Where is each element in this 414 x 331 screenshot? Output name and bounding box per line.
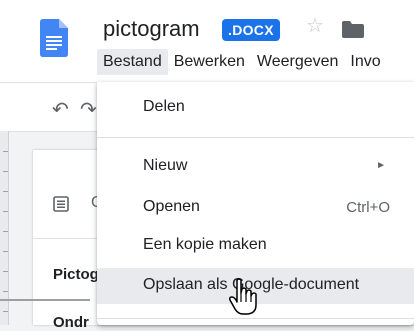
menu-separator xyxy=(97,318,414,319)
menu-edit[interactable]: Bewerken xyxy=(168,49,251,75)
document-heading[interactable]: Pictog xyxy=(53,266,99,283)
format-badge: .DOCX xyxy=(222,19,280,41)
menu-item-label: Delen xyxy=(143,98,185,115)
outline-icon[interactable] xyxy=(53,196,69,212)
menu-item-new[interactable]: Nieuw ► xyxy=(97,149,414,185)
menu-insert[interactable]: Invo xyxy=(344,49,386,75)
menu-item-shortcut: Ctrl+O xyxy=(346,199,390,216)
folder-icon[interactable] xyxy=(342,21,364,38)
undo-icon[interactable]: ↶ xyxy=(52,97,69,122)
menu-item-label: Een kopie maken xyxy=(143,236,267,253)
vertical-ruler xyxy=(0,131,9,325)
divider xyxy=(0,299,90,301)
submenu-arrow-icon: ► xyxy=(376,160,386,171)
star-icon[interactable]: ☆ xyxy=(306,16,324,36)
document-subheading[interactable]: Ondr xyxy=(53,314,89,331)
menu-item-label: Openen xyxy=(143,198,200,215)
menu-item-open[interactable]: Openen Ctrl+O xyxy=(97,190,414,226)
document-title-text[interactable]: pictogram xyxy=(103,16,200,42)
menu-view[interactable]: Weergeven xyxy=(251,49,345,75)
menu-item-make-copy[interactable]: Een kopie maken xyxy=(97,228,414,264)
docs-icon[interactable] xyxy=(40,19,68,57)
hand-cursor-icon xyxy=(229,278,257,315)
redo-icon[interactable]: ↷ xyxy=(80,97,97,122)
menu-bar: Bestand Bewerken Weergeven Invo xyxy=(97,49,387,77)
menu-item-label: Nieuw xyxy=(143,157,188,174)
menu-file[interactable]: Bestand xyxy=(97,49,168,75)
menu-item-share[interactable]: Delen xyxy=(97,90,414,126)
menu-separator xyxy=(97,137,414,138)
app-header: .DOCX pictogram .DOCX ☆ BestandBewerkenW… xyxy=(0,0,414,82)
